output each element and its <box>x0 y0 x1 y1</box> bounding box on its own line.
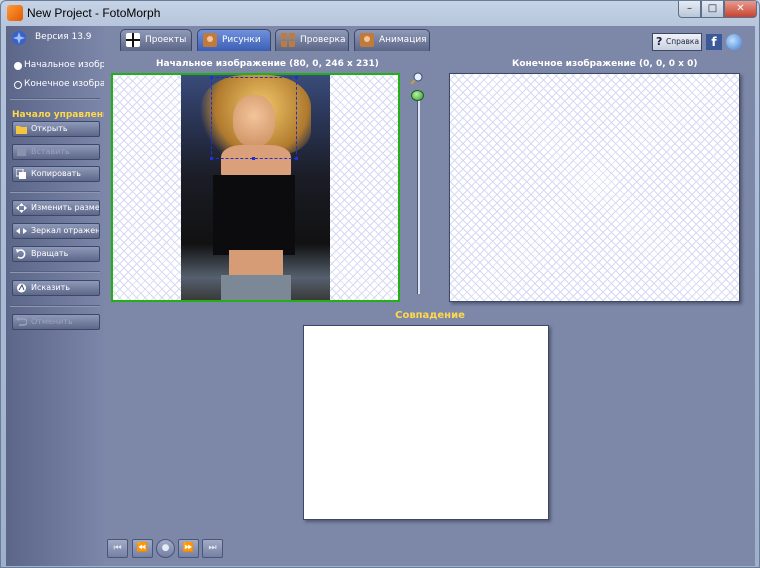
sidebar: Версия 13.9 Начальное изображ. Конечное … <box>6 26 122 566</box>
tab-pictures[interactable]: Рисунки <box>197 29 271 51</box>
app-window: New Project - FotoMorph – □ ✕ Версия 13.… <box>0 0 760 568</box>
resize-button[interactable]: Изменить размер <box>12 200 100 216</box>
preview-grid-icon <box>281 33 295 47</box>
picture-icon <box>203 33 217 47</box>
control-section-title: Начало управления <box>12 110 116 120</box>
prev-frame-button[interactable]: ⏪ <box>132 539 153 558</box>
zoom-in-icon[interactable] <box>411 72 423 84</box>
target-image-radio[interactable] <box>14 81 22 89</box>
folder-icon <box>16 126 27 134</box>
tab-check[interactable]: Проверка <box>275 29 349 51</box>
question-icon: ? <box>656 35 663 48</box>
zoom-slider-thumb[interactable] <box>411 90 424 101</box>
mirror-button[interactable]: Зеркал отражение <box>12 223 100 239</box>
divider <box>10 98 100 100</box>
open-button[interactable]: Открыть <box>12 121 100 137</box>
window-title: New Project - FotoMorph <box>27 6 161 20</box>
last-frame-button[interactable]: ⏭ <box>202 539 223 558</box>
divider <box>10 305 100 307</box>
crop-selection[interactable] <box>210 76 298 160</box>
rotate-button[interactable]: Вращать <box>12 246 100 262</box>
copy-icon <box>16 169 26 179</box>
match-preview <box>303 325 549 520</box>
playback-bar: ⏮ ⏪ ● ⏩ ⏭ <box>104 532 755 566</box>
target-image-canvas[interactable] <box>449 73 740 302</box>
divider <box>10 271 100 273</box>
undo-button[interactable]: Отменить <box>12 314 100 330</box>
version-label: Версия 13.9 <box>35 32 92 42</box>
undo-icon <box>16 317 27 326</box>
minimize-button[interactable]: – <box>678 1 701 18</box>
app-logo-icon <box>7 5 23 21</box>
source-image-radio[interactable] <box>14 62 22 70</box>
paste-button[interactable]: Вставить <box>12 144 100 160</box>
animation-icon <box>360 33 374 47</box>
facebook-icon[interactable]: f <box>706 34 722 50</box>
play-button[interactable]: ● <box>156 539 175 558</box>
target-image-radio-label[interactable]: Конечное изображ. <box>24 79 116 89</box>
tab-bar: Проекты Рисунки Проверка Анимация ? Спра… <box>104 26 755 52</box>
source-image-caption: Начальное изображение (80, 0, 246 x 231) <box>156 59 379 69</box>
divider <box>10 191 100 193</box>
work-area: Начальное изображение (80, 0, 246 x 231)… <box>104 52 755 532</box>
paste-icon <box>17 148 26 156</box>
maximize-button[interactable]: □ <box>701 1 724 18</box>
next-frame-button[interactable]: ⏩ <box>178 539 199 558</box>
target-image-caption: Конечное изображение (0, 0, 0 x 0) <box>512 59 698 69</box>
close-button[interactable]: ✕ <box>724 1 757 18</box>
globe-icon[interactable] <box>726 34 742 50</box>
zoom-slider-track[interactable] <box>417 90 420 294</box>
distort-button[interactable]: Исказить <box>12 280 100 296</box>
main-panel: Проекты Рисунки Проверка Анимация ? Спра… <box>104 26 755 566</box>
tab-animation[interactable]: Анимация <box>354 29 430 51</box>
tab-projects[interactable]: Проекты <box>120 29 192 51</box>
match-label: Совпадение <box>395 310 465 321</box>
copy-button[interactable]: Копировать <box>12 166 100 182</box>
distort-icon <box>17 283 26 293</box>
fotomorph-logo-icon <box>12 31 26 45</box>
grid-icon <box>126 33 140 47</box>
move-arrows-icon <box>16 203 27 213</box>
rotate-icon <box>16 249 26 259</box>
source-image-canvas[interactable] <box>111 73 400 302</box>
help-button[interactable]: ? Справка <box>652 33 702 51</box>
mirror-arrows-icon <box>16 228 27 234</box>
title-bar[interactable]: New Project - FotoMorph – □ ✕ <box>1 1 759 25</box>
client-area: Версия 13.9 Начальное изображ. Конечное … <box>6 26 755 566</box>
first-frame-button[interactable]: ⏮ <box>107 539 128 558</box>
